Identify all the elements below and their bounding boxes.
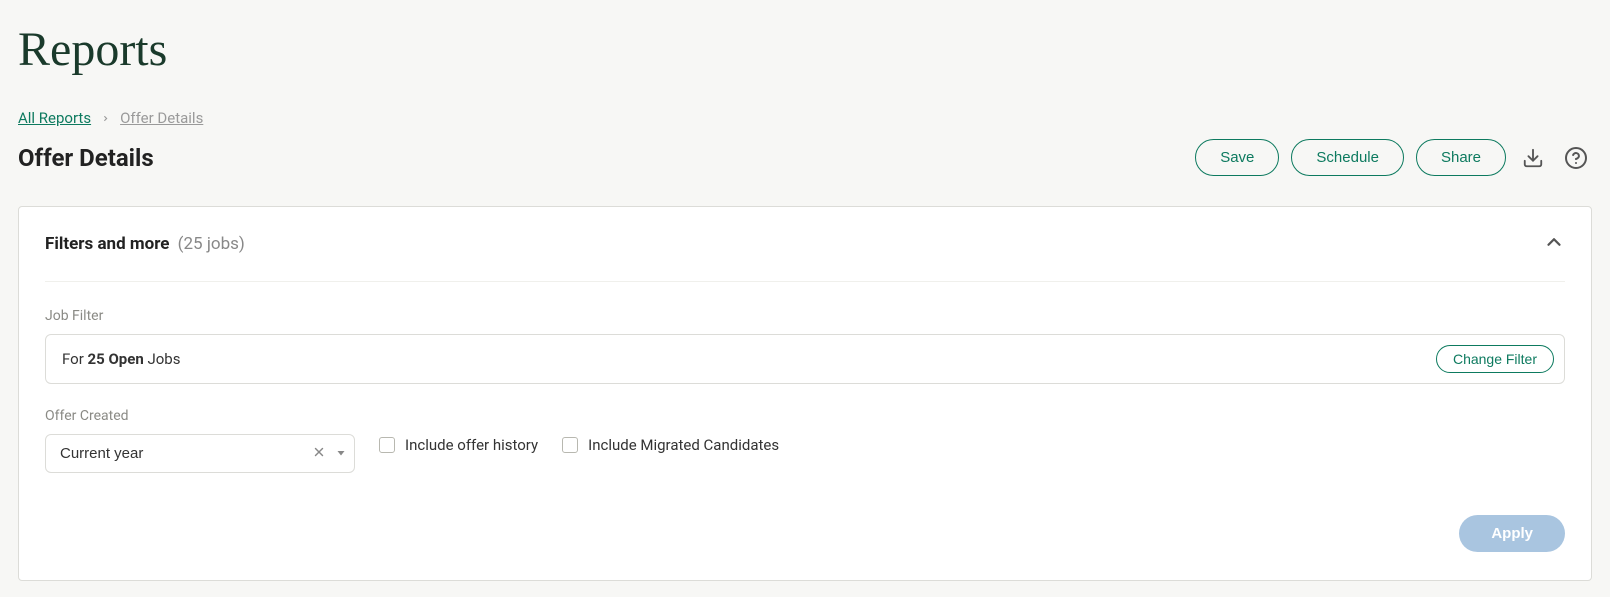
change-filter-button[interactable]: Change Filter — [1436, 345, 1554, 373]
job-filter-label: Job Filter — [45, 308, 1565, 324]
job-filter-text: For 25 Open Jobs — [62, 350, 180, 368]
include-migrated-candidates-checkbox[interactable]: Include Migrated Candidates — [562, 436, 779, 454]
filters-header-title: Filters and more (25 jobs) — [45, 234, 245, 254]
save-button[interactable]: Save — [1195, 139, 1279, 176]
checkbox-icon — [562, 437, 578, 453]
filters-job-count: (25 jobs) — [178, 234, 245, 254]
apply-button[interactable]: Apply — [1459, 515, 1565, 552]
offer-created-label: Offer Created — [45, 408, 355, 424]
include-offer-history-checkbox[interactable]: Include offer history — [379, 436, 538, 454]
offer-created-value[interactable] — [45, 434, 355, 473]
chevron-up-icon[interactable] — [1543, 231, 1565, 257]
action-bar: Save Schedule Share — [1195, 139, 1592, 176]
share-button[interactable]: Share — [1416, 139, 1506, 176]
offer-created-select[interactable] — [45, 434, 355, 473]
page-title: Reports — [18, 22, 1592, 77]
download-icon[interactable] — [1518, 143, 1548, 173]
report-title: Offer Details — [18, 144, 154, 172]
caret-down-icon[interactable] — [335, 444, 347, 463]
breadcrumb: All Reports Offer Details — [18, 109, 1592, 127]
breadcrumb-current: Offer Details — [120, 109, 203, 127]
filters-panel-header[interactable]: Filters and more (25 jobs) — [45, 231, 1565, 282]
clear-icon[interactable] — [312, 444, 326, 463]
filters-panel: Filters and more (25 jobs) Job Filter Fo… — [18, 206, 1592, 581]
help-icon[interactable] — [1560, 142, 1592, 174]
breadcrumb-root[interactable]: All Reports — [18, 109, 91, 127]
chevron-right-icon — [101, 109, 110, 127]
schedule-button[interactable]: Schedule — [1291, 139, 1404, 176]
job-filter-row: For 25 Open Jobs Change Filter — [45, 334, 1565, 384]
checkbox-icon — [379, 437, 395, 453]
